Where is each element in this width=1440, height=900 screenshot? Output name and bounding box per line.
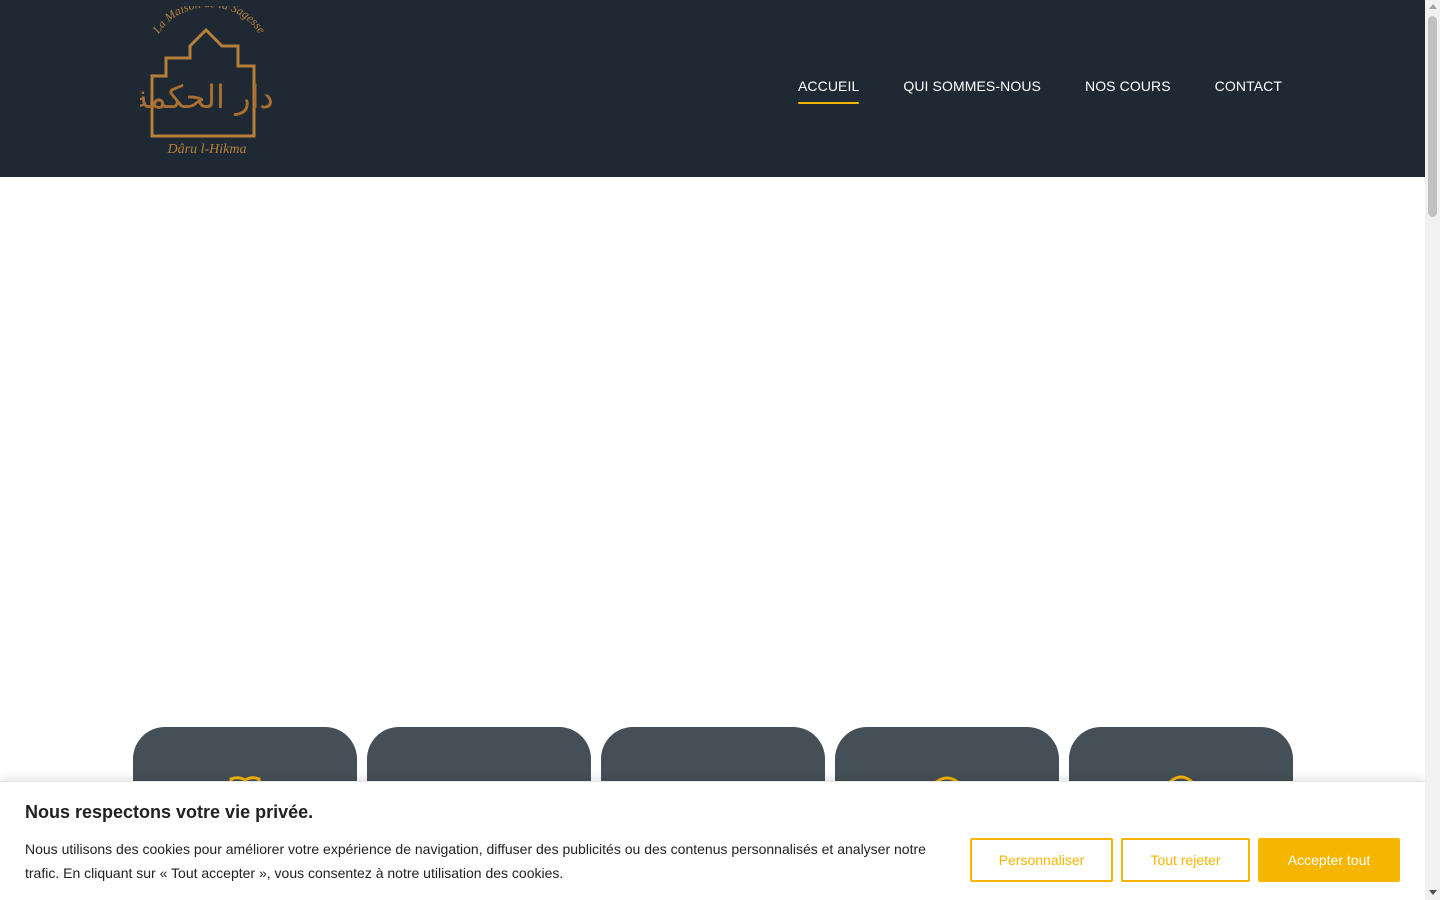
scrollbar-thumb[interactable] (1428, 16, 1437, 217)
vertical-scrollbar[interactable] (1425, 0, 1440, 900)
nav-item-nos-cours[interactable]: NOS COURS (1085, 78, 1171, 104)
scroll-down-arrow-icon[interactable] (1429, 890, 1437, 895)
logo-arabic-text: دار الحكمة (140, 78, 274, 116)
scroll-up-arrow-icon[interactable] (1429, 4, 1437, 9)
site-logo[interactable]: La Maison de la Sagesse دار الحكمة Dâru … (140, 6, 274, 158)
nav-item-contact[interactable]: CONTACT (1215, 78, 1282, 104)
cookie-text: Nous utilisons des cookies pour améliore… (25, 841, 926, 881)
cookie-title: Nous respectons votre vie privée. (25, 802, 314, 822)
cookie-banner: Nous respectons votre vie privée. Nous u… (0, 781, 1425, 900)
logo-name-text: Dâru l-Hikma (167, 142, 247, 157)
main-nav: ACCUEIL QUI SOMMES-NOUS NOS COURS CONTAC… (797, 78, 1282, 104)
nav-item-qui-sommes-nous[interactable]: QUI SOMMES-NOUS (903, 78, 1041, 104)
reject-all-button[interactable]: Tout rejeter (1121, 838, 1250, 882)
page: La Maison de la Sagesse دار الحكمة Dâru … (0, 0, 1425, 900)
site-header: La Maison de la Sagesse دار الحكمة Dâru … (0, 0, 1425, 177)
accept-all-button[interactable]: Accepter tout (1258, 838, 1400, 882)
customize-button[interactable]: Personnaliser (970, 838, 1113, 882)
nav-item-accueil[interactable]: ACCUEIL (797, 78, 860, 104)
